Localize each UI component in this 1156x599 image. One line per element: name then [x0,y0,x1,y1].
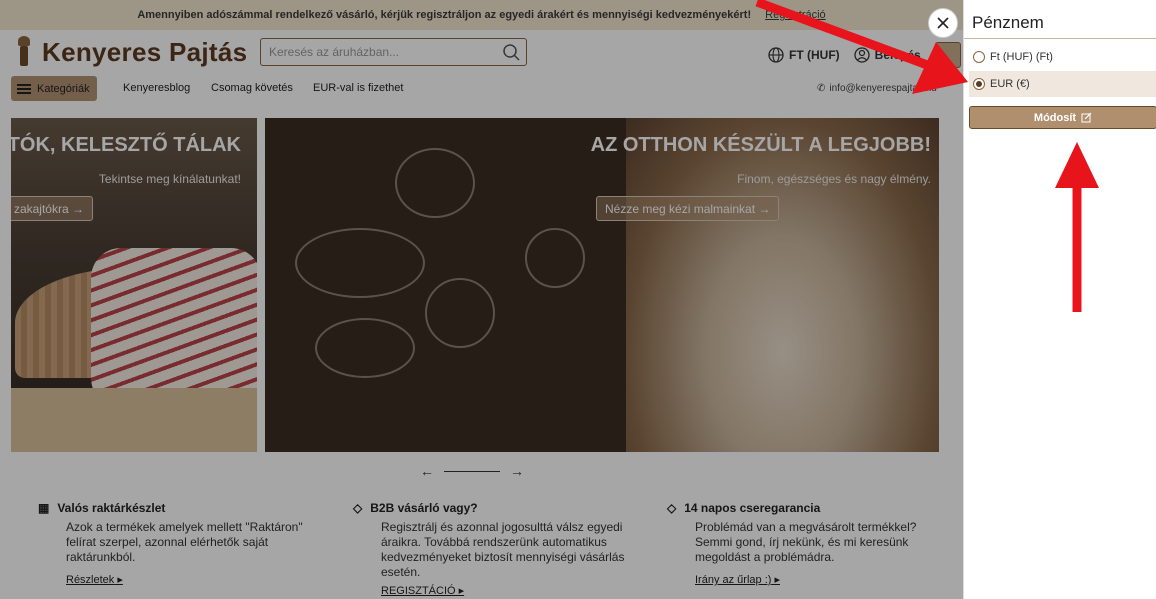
option-label: EUR (€) [990,78,1030,90]
edit-icon [1081,112,1092,123]
currency-option-eur[interactable]: EUR (€) [969,71,1156,97]
modify-button[interactable]: Módosít [969,106,1156,129]
divider [964,38,1156,39]
panel-title: Pénznem [972,13,1044,32]
radio-button[interactable] [973,51,985,63]
close-button[interactable] [928,8,958,38]
modify-label: Módosít [1033,111,1077,124]
option-label: Ft (HUF) (Ft) [990,51,1053,63]
close-icon [937,17,949,29]
radio-button[interactable] [973,78,985,90]
modal-backdrop[interactable] [0,0,963,599]
currency-panel: Pénznem Ft (HUF) (Ft) EUR (€) Módosít [963,0,1156,599]
currency-option-huf[interactable]: Ft (HUF) (Ft) [969,44,1156,70]
